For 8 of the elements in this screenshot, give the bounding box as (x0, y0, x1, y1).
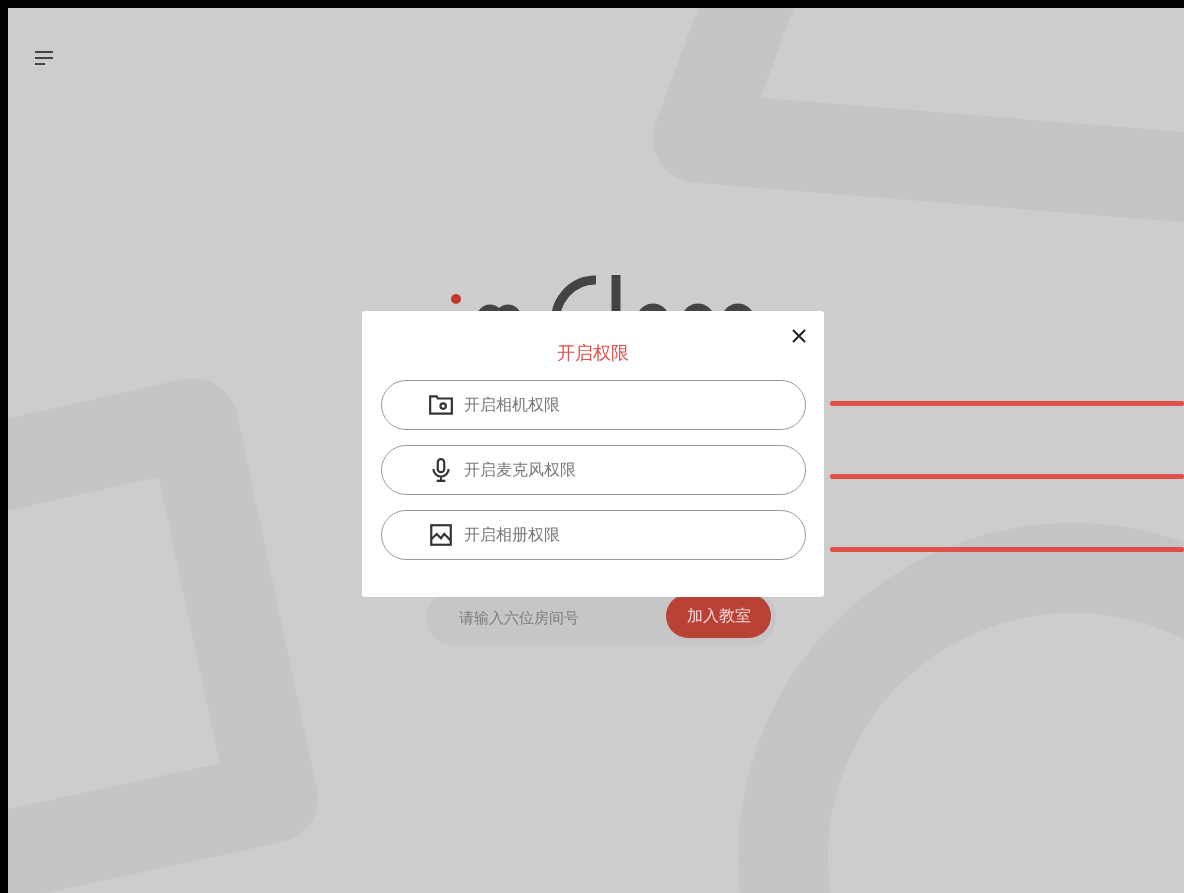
join-classroom-button[interactable]: 加入教室 (666, 594, 771, 638)
permission-button[interactable]: 开启相册权限 (380, 510, 806, 560)
permission-button[interactable]: 开启相机权限 (380, 380, 806, 430)
menu-icon[interactable] (34, 50, 56, 68)
permission-button[interactable]: 开启麦克风权限 (380, 445, 806, 495)
dialog-title: 开启权限 (556, 341, 630, 365)
camera-icon (427, 392, 454, 418)
image-icon (427, 522, 454, 548)
